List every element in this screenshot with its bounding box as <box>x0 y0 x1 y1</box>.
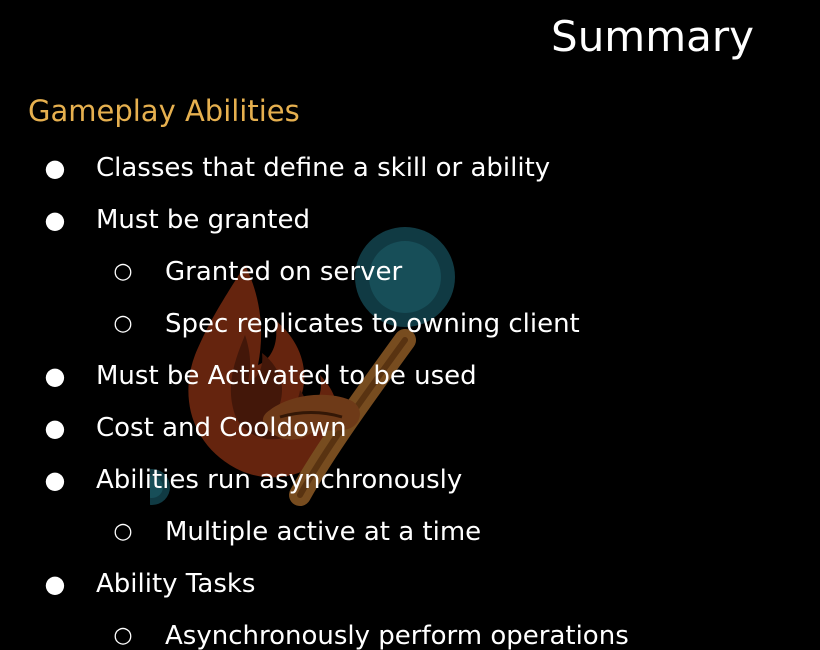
sub-bullet-text: Asynchronously perform operations <box>165 621 629 650</box>
filled-bullet-icon: ● <box>44 570 66 598</box>
sub-bullet-text: Multiple active at a time <box>165 517 482 547</box>
bullet-text: Classes that define a skill or ability <box>96 153 551 183</box>
hollow-bullet-icon: ○ <box>113 519 133 544</box>
bullet-text: Must be granted <box>96 205 310 235</box>
bullet-text: Cost and Cooldown <box>96 413 347 443</box>
hollow-bullet-icon: ○ <box>113 623 133 648</box>
slide-title: Summary <box>551 12 754 61</box>
filled-bullet-icon: ● <box>44 154 66 182</box>
hollow-bullet-icon: ○ <box>113 311 133 336</box>
sub-bullet-text: Spec replicates to owning client <box>165 309 580 339</box>
filled-bullet-icon: ● <box>44 466 66 494</box>
section-heading: Gameplay Abilities <box>28 94 300 128</box>
presentation-slide: Summary Gameplay Abilities ● Classes tha… <box>0 0 820 650</box>
bullet-text: Abilities run asynchronously <box>96 465 463 495</box>
hollow-bullet-icon: ○ <box>113 259 133 284</box>
filled-bullet-icon: ● <box>44 362 66 390</box>
bullet-text: Ability Tasks <box>96 569 256 599</box>
sub-bullet-text: Granted on server <box>165 257 403 287</box>
filled-bullet-icon: ● <box>44 206 66 234</box>
bullet-text: Must be Activated to be used <box>96 361 477 391</box>
filled-bullet-icon: ● <box>44 414 66 442</box>
